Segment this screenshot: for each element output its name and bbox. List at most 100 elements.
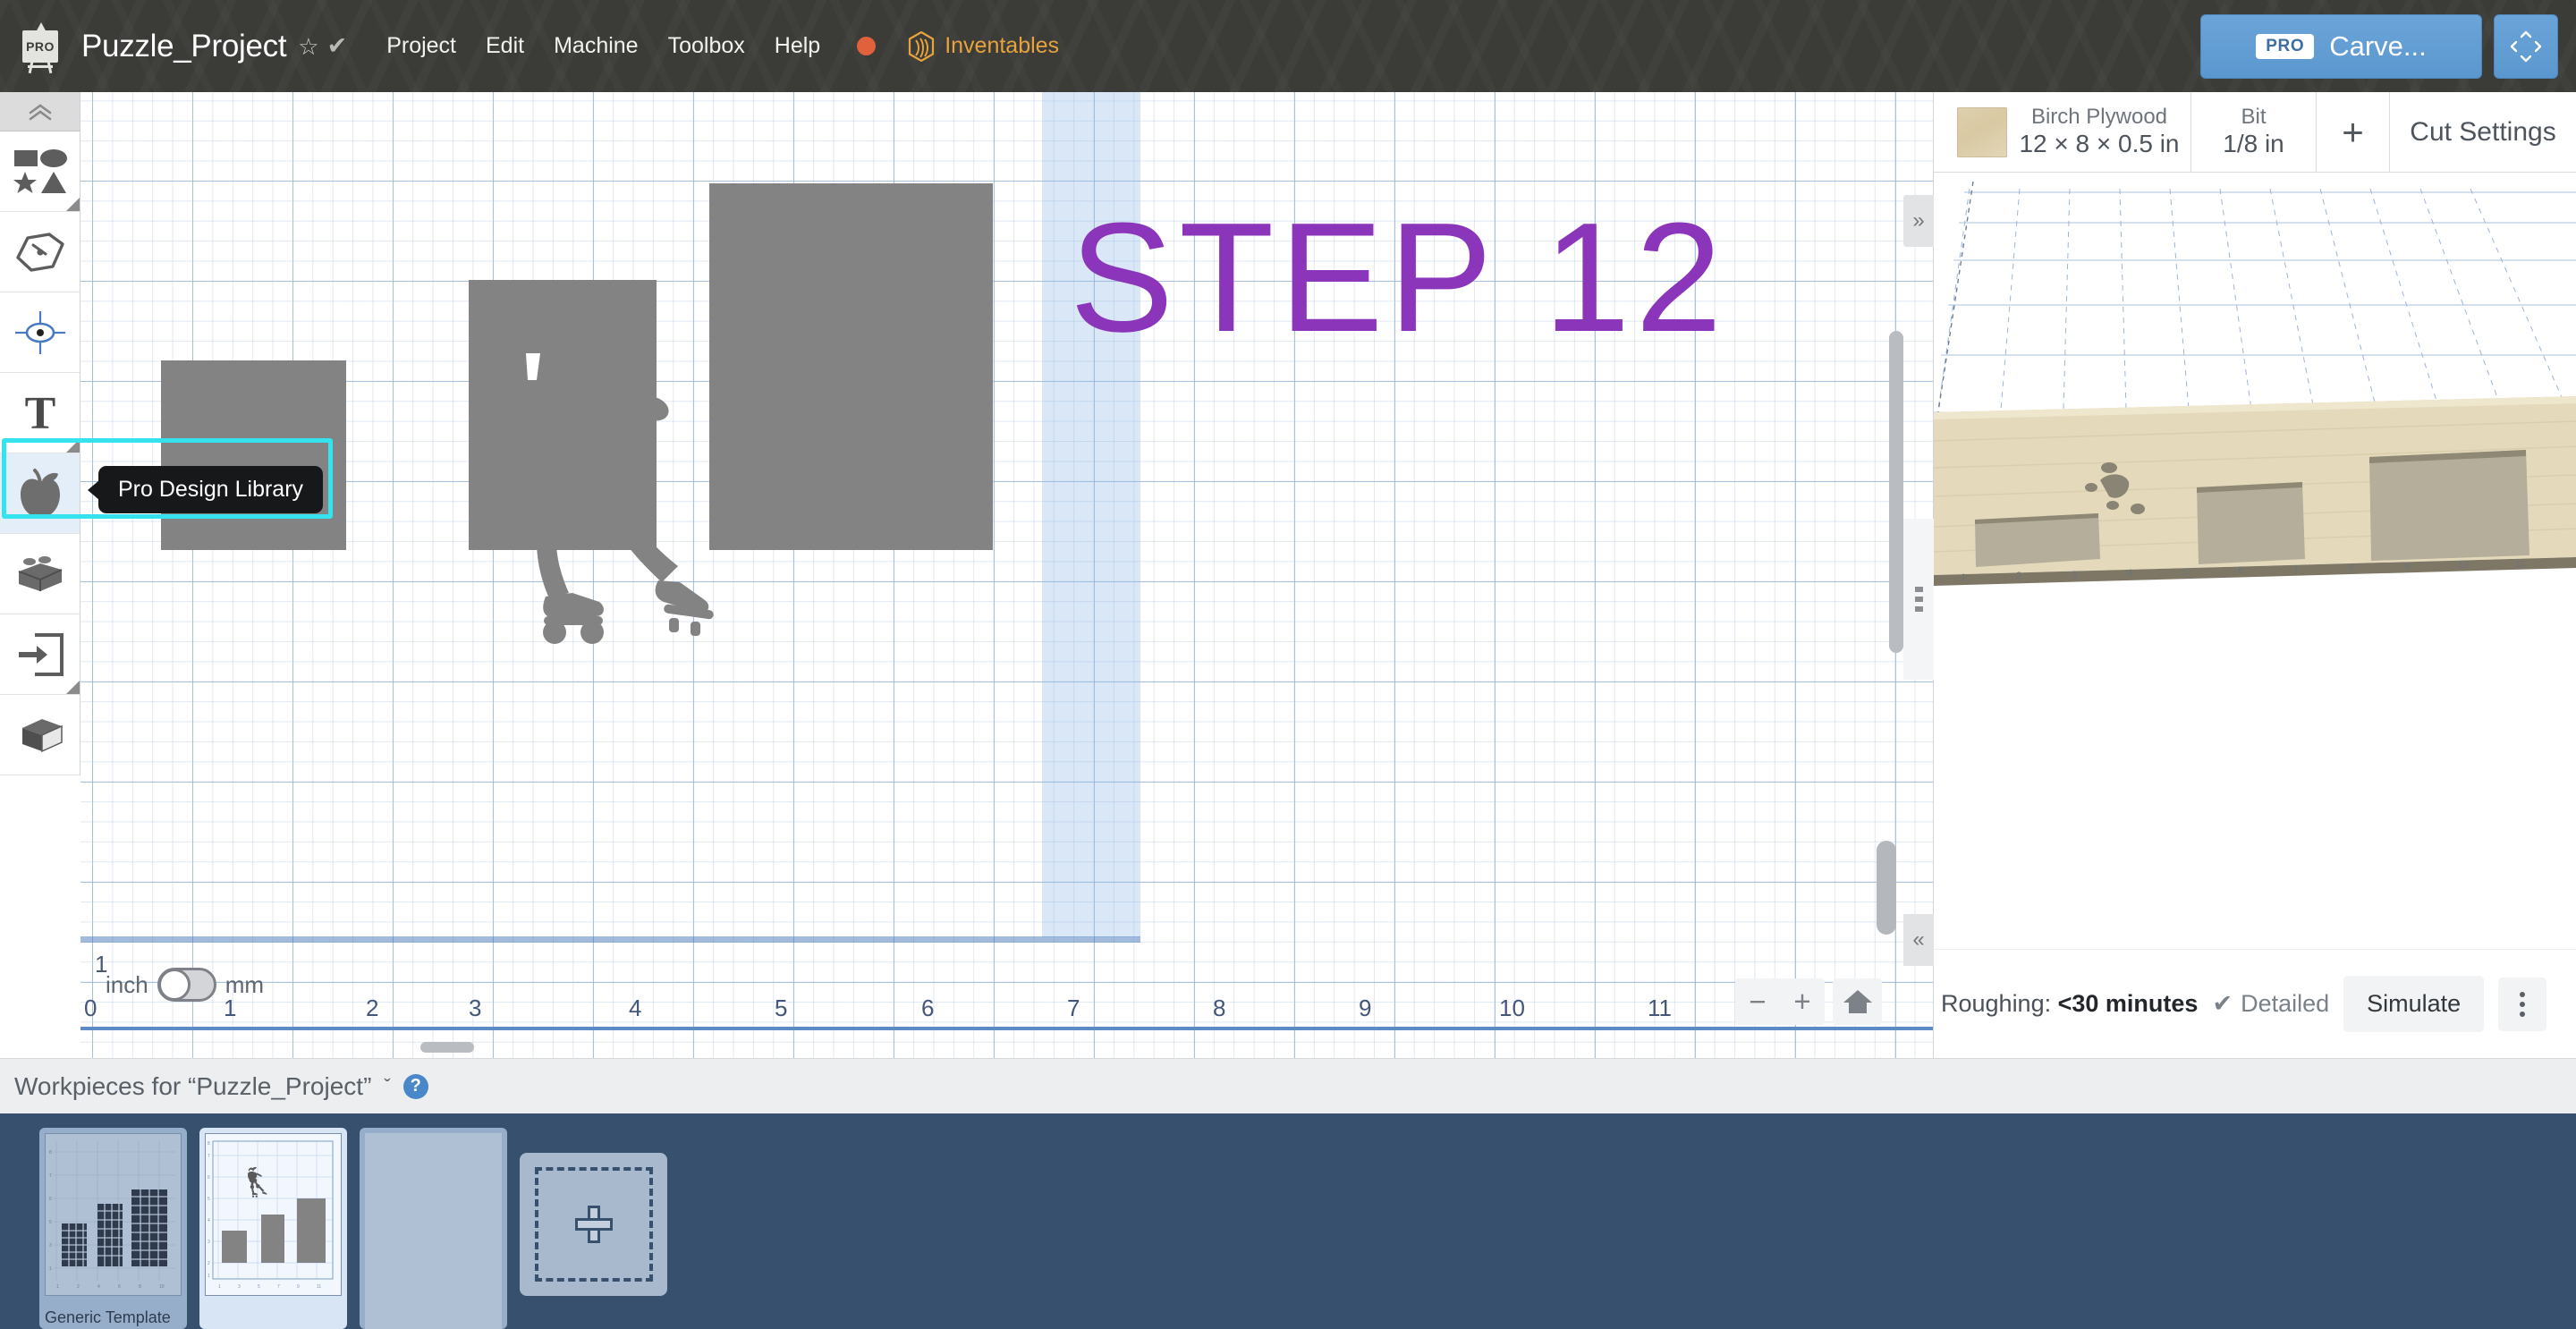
material-selector[interactable]: Birch Plywood 12 × 8 × 0.5 in — [1934, 92, 2191, 172]
ruler-tick-6: 6 — [921, 995, 934, 1022]
zoom-out-button[interactable]: − — [1735, 978, 1780, 1025]
preview-collapse-button[interactable]: « — [1903, 914, 1934, 966]
svg-text:T: T — [24, 389, 55, 437]
unit-toggle[interactable]: inch mm — [106, 968, 264, 1002]
work-area-bottom-edge — [80, 936, 1140, 943]
workpiece-generic-template[interactable]: 876 531 124 6810 Generic Template — [39, 1128, 187, 1329]
bit-label: Bit — [2223, 106, 2284, 130]
preview-drag-handle[interactable] — [1903, 519, 1934, 680]
text-tool-button[interactable]: T — [0, 373, 80, 453]
design-canvas[interactable]: STEP 12 — [80, 92, 1933, 1058]
add-bit-button[interactable]: + — [2317, 92, 2390, 172]
svg-text:2: 2 — [77, 1284, 80, 1290]
pen-icon — [13, 231, 67, 274]
detail-check-icon: ✔ — [2212, 990, 2233, 1018]
menu-item-project[interactable]: Project — [386, 33, 456, 59]
rect-small[interactable] — [161, 360, 346, 550]
workpieces-header: Workpieces for “Puzzle_Project” ˇ ? — [0, 1058, 2576, 1113]
zoom-in-button[interactable]: + — [1780, 978, 1825, 1025]
material-bar: Birch Plywood 12 × 8 × 0.5 in Bit 1/8 in… — [1934, 92, 2576, 173]
text-t-icon: T — [16, 389, 64, 437]
pen-tool-button[interactable] — [0, 212, 80, 292]
bit-value: 1/8 in — [2223, 130, 2284, 157]
workpieces-strip: 876 531 124 6810 Generic Template — [0, 1113, 2576, 1329]
tool-corner-marker — [66, 198, 80, 211]
help-icon[interactable]: ? — [403, 1074, 428, 1099]
detail-toggle[interactable]: ✔ Detailed — [2212, 990, 2329, 1018]
zoom-group: − + — [1735, 978, 1825, 1025]
ruler-tick-8: 8 — [1213, 995, 1225, 1022]
unit-toggle-track[interactable] — [157, 968, 216, 1002]
unit-toggle-knob[interactable] — [158, 969, 191, 1001]
status-bar: Roughing: <30 minutes ✔ Detailed Simulat… — [1934, 949, 2576, 1058]
easel-logo-pro-text: PRO — [26, 39, 55, 54]
svg-text:5: 5 — [208, 1197, 210, 1202]
simulate-button[interactable]: Simulate — [2343, 976, 2484, 1032]
zoom-controls: − + — [1735, 978, 1882, 1025]
preview-expand-button[interactable]: » — [1903, 195, 1934, 247]
material-name: Birch Plywood — [2019, 106, 2179, 130]
kebab-menu-icon[interactable] — [2498, 978, 2546, 1031]
svg-text:11: 11 — [2515, 559, 2525, 570]
jog-controls-button[interactable] — [2494, 14, 2558, 79]
four-arrows-icon — [2505, 26, 2546, 67]
workpiece-thumbnail: 876 543 21 135 7911 — [205, 1133, 342, 1296]
svg-text:11: 11 — [317, 1284, 321, 1290]
workpiece-blank[interactable] — [360, 1128, 507, 1329]
canvas-vertical-scrollbar[interactable] — [1889, 331, 1903, 653]
svg-text:6: 6 — [208, 1175, 210, 1181]
cut-settings-button[interactable]: Cut Settings — [2390, 92, 2576, 172]
bit-selector[interactable]: Bit 1/8 in — [2191, 92, 2317, 172]
rect-large[interactable] — [709, 183, 993, 550]
workpieces-title: Workpieces for “Puzzle_Project” — [14, 1072, 371, 1101]
svg-text:9: 9 — [2404, 562, 2410, 572]
three-d-preview[interactable]: 123 456 789 1011 — [1934, 173, 2576, 948]
shapes-tool-button[interactable] — [0, 131, 80, 212]
menu-group: Project Edit Machine Toolbox Help — [386, 33, 876, 59]
svg-text:10: 10 — [159, 1284, 165, 1290]
chevron-down-icon[interactable]: ˇ — [384, 1075, 390, 1098]
canvas-horizontal-scrollbar[interactable] — [420, 1042, 474, 1053]
easel-logo-legs — [25, 62, 55, 73]
import-arrow-icon — [15, 631, 65, 678]
pro-design-library-button[interactable] — [0, 453, 80, 534]
right-panel-scrollbar[interactable] — [1877, 841, 1896, 935]
shapes-icon — [13, 148, 68, 196]
roughing-value: <30 minutes — [2058, 990, 2199, 1017]
three-d-tool-button[interactable] — [0, 695, 80, 775]
svg-text:7: 7 — [2293, 564, 2299, 575]
menu-item-toolbox[interactable]: Toolbox — [668, 33, 745, 59]
material-swatch — [1957, 107, 2007, 157]
center-tool-button[interactable] — [0, 292, 80, 373]
inventables-logo-icon — [908, 31, 935, 62]
add-workpiece-button[interactable] — [520, 1153, 667, 1296]
carve-button[interactable]: PRO Carve... — [2200, 14, 2482, 79]
import-tool-button[interactable] — [0, 614, 80, 695]
inventables-link[interactable]: Inventables — [908, 31, 1059, 62]
svg-text:3: 3 — [238, 1284, 241, 1290]
ruler-tick-5: 5 — [775, 995, 787, 1022]
menu-item-machine[interactable]: Machine — [554, 33, 639, 59]
inventables-label: Inventables — [945, 33, 1059, 59]
right-preview-panel: Birch Plywood 12 × 8 × 0.5 in Bit 1/8 in… — [1933, 92, 2576, 1058]
menu-item-edit[interactable]: Edit — [486, 33, 524, 59]
detail-label: Detailed — [2241, 990, 2329, 1018]
workpiece-thumbnail: 876 531 124 6810 — [45, 1133, 182, 1296]
toolbar-collapse-button[interactable] — [0, 92, 80, 131]
thumbnail-generic-template: 876 531 124 6810 — [46, 1134, 181, 1295]
favorite-star-icon[interactable]: ☆ — [298, 35, 318, 58]
apps-tool-button[interactable] — [0, 534, 80, 614]
svg-text:3: 3 — [2072, 570, 2077, 580]
zoom-home-button[interactable] — [1833, 978, 1882, 1025]
workpiece-current[interactable]: 876 543 21 135 7911 — [199, 1128, 347, 1329]
easel-pro-logo-icon[interactable]: PRO — [16, 20, 64, 73]
project-title[interactable]: Puzzle_Project — [81, 29, 286, 64]
step-text-object[interactable]: STEP 12 — [1070, 199, 1727, 355]
svg-text:8: 8 — [139, 1284, 141, 1290]
roller-skater-shape[interactable] — [465, 298, 724, 647]
svg-text:8: 8 — [2349, 563, 2354, 573]
menu-item-help[interactable]: Help — [775, 33, 820, 59]
svg-text:9: 9 — [297, 1284, 300, 1290]
topbar-actions: PRO Carve... — [2200, 14, 2576, 79]
easel-app-window: PRO Puzzle_Project ☆ ✔ Project Edit Mach… — [0, 0, 2576, 1329]
